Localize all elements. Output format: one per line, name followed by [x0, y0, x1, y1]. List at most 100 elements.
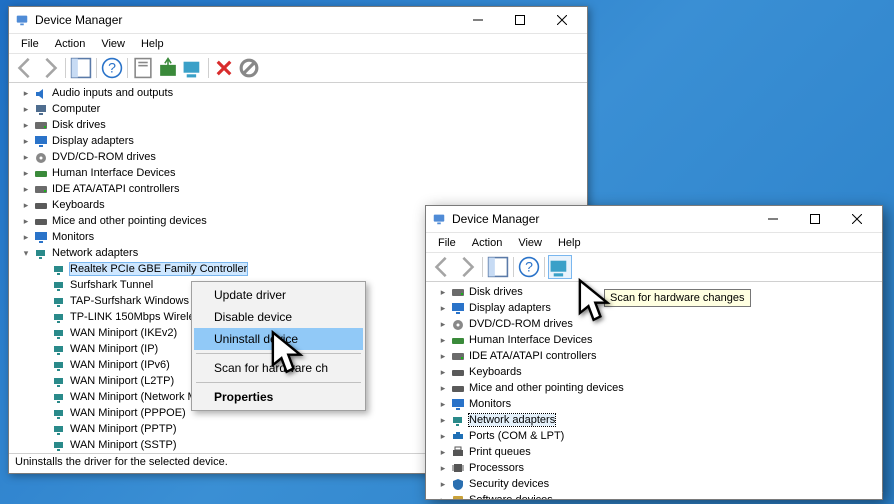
- minimize-button[interactable]: [752, 208, 794, 230]
- chevron-right-icon[interactable]: ▸: [19, 88, 33, 99]
- chevron-right-icon[interactable]: ▸: [19, 104, 33, 115]
- tree-item[interactable]: ▸Display adapters: [11, 133, 587, 149]
- scan-hardware-button[interactable]: [548, 255, 572, 279]
- tree-item[interactable]: ▸Human Interface Devices: [428, 332, 882, 348]
- nav-forward-button[interactable]: [38, 56, 62, 80]
- close-button[interactable]: [836, 208, 878, 230]
- tree-item-label: IDE ATA/ATAPI controllers: [469, 350, 597, 362]
- tree-item[interactable]: ▸Computer: [11, 101, 587, 117]
- chevron-right-icon[interactable]: ▸: [436, 303, 450, 314]
- app-icon: [15, 13, 29, 27]
- chevron-right-icon[interactable]: ▸: [19, 152, 33, 163]
- tree-item[interactable]: ▸ Keyboards: [428, 364, 882, 380]
- window-title: Device Manager: [452, 212, 752, 226]
- tree-item-label: Monitors: [52, 231, 94, 243]
- chevron-right-icon[interactable]: ▸: [436, 447, 450, 458]
- uninstall-button[interactable]: [212, 56, 236, 80]
- chevron-right-icon[interactable]: ▸: [19, 232, 33, 243]
- tree-item-label: WAN Miniport (IKEv2): [70, 327, 177, 339]
- chevron-right-icon[interactable]: ▸: [19, 168, 33, 179]
- tree-item[interactable]: ▸DVD/CD-ROM drives: [428, 316, 882, 332]
- chevron-right-icon[interactable]: ▸: [19, 200, 33, 211]
- chevron-right-icon[interactable]: ▸: [436, 335, 450, 346]
- net-icon: [51, 278, 67, 292]
- show-hide-tree-button[interactable]: [486, 255, 510, 279]
- menu-view[interactable]: View: [510, 235, 550, 251]
- close-button[interactable]: [541, 9, 583, 31]
- context-menu-item[interactable]: Scan for hardware ch: [194, 357, 363, 379]
- menu-view[interactable]: View: [93, 36, 133, 52]
- maximize-button[interactable]: [499, 9, 541, 31]
- toolbar: ?: [9, 53, 587, 83]
- chevron-right-icon[interactable]: ▸: [436, 383, 450, 394]
- tree-item[interactable]: ▸DVD/CD-ROM drives: [11, 149, 587, 165]
- chevron-right-icon[interactable]: ▸: [436, 287, 450, 298]
- chevron-right-icon[interactable]: ▸: [436, 495, 450, 500]
- drive-icon: [33, 182, 49, 196]
- chevron-right-icon[interactable]: ▸: [19, 184, 33, 195]
- minimize-button[interactable]: [457, 9, 499, 31]
- chevron-right-icon[interactable]: ▸: [436, 319, 450, 330]
- properties-button[interactable]: [131, 56, 155, 80]
- drive-icon: [33, 118, 49, 132]
- nav-forward-button[interactable]: [455, 255, 479, 279]
- nav-back-button[interactable]: [430, 255, 454, 279]
- kb-icon: [450, 381, 466, 395]
- tree-item[interactable]: ▸Human Interface Devices: [11, 165, 587, 181]
- net-icon: [51, 294, 67, 308]
- tree-item[interactable]: ▸Audio inputs and outputs: [11, 85, 587, 101]
- help-button[interactable]: ?: [517, 255, 541, 279]
- menu-action[interactable]: Action: [464, 235, 511, 251]
- context-menu-item[interactable]: Uninstall device: [194, 328, 363, 350]
- net-icon: [51, 390, 67, 404]
- tree-item[interactable]: ▸Disk drives: [11, 117, 587, 133]
- tree-item-label: Security devices: [469, 478, 549, 490]
- tree-item-label: Keyboards: [469, 366, 522, 378]
- chevron-right-icon[interactable]: ▸: [436, 367, 450, 378]
- tree-item[interactable]: ▸ IDE ATA/ATAPI controllers: [428, 348, 882, 364]
- chevron-right-icon[interactable]: ▸: [19, 136, 33, 147]
- chevron-right-icon[interactable]: ▸: [436, 463, 450, 474]
- tree-item[interactable]: ▸Monitors: [428, 396, 882, 412]
- tree-item-label: TP-LINK 150Mbps Wireles: [70, 311, 200, 323]
- tree-item-label: WAN Miniport (PPTP): [70, 423, 177, 435]
- context-menu-item[interactable]: Disable device: [194, 306, 363, 328]
- sec-icon: [450, 477, 466, 491]
- tree-item[interactable]: ▸Print queues: [428, 444, 882, 460]
- tree-item[interactable]: ▸Mice and other pointing devices: [428, 380, 882, 396]
- maximize-button[interactable]: [794, 208, 836, 230]
- chevron-right-icon[interactable]: ▸: [436, 431, 450, 442]
- chevron-right-icon[interactable]: ▸: [436, 479, 450, 490]
- snd-icon: [33, 86, 49, 100]
- chevron-right-icon[interactable]: ▸: [436, 415, 450, 426]
- toolbar-separator: [208, 58, 209, 78]
- chevron-right-icon[interactable]: ▸: [436, 351, 450, 362]
- device-tree[interactable]: ▸Disk drives▸Display adapters▸DVD/CD-ROM…: [426, 282, 882, 499]
- chevron-down-icon[interactable]: ▾: [19, 248, 33, 259]
- scan-hardware-button[interactable]: [181, 56, 205, 80]
- update-driver-button[interactable]: [156, 56, 180, 80]
- context-menu-item[interactable]: Properties: [194, 386, 363, 408]
- titlebar[interactable]: Device Manager: [426, 206, 882, 232]
- menu-file[interactable]: File: [13, 36, 47, 52]
- titlebar[interactable]: Device Manager: [9, 7, 587, 33]
- disable-button[interactable]: [237, 56, 261, 80]
- tree-item[interactable]: ▸IDE ATA/ATAPI controllers: [11, 181, 587, 197]
- context-menu-item[interactable]: Update driver: [194, 284, 363, 306]
- nav-back-button[interactable]: [13, 56, 37, 80]
- chevron-right-icon[interactable]: ▸: [436, 399, 450, 410]
- chevron-right-icon[interactable]: ▸: [19, 120, 33, 131]
- menu-action[interactable]: Action: [47, 36, 94, 52]
- menu-help[interactable]: Help: [133, 36, 172, 52]
- menubar: File Action View Help: [9, 33, 587, 53]
- tree-item[interactable]: ▸ Ports (COM & LPT): [428, 428, 882, 444]
- help-button[interactable]: ?: [100, 56, 124, 80]
- tree-item[interactable]: ▸Network adapters: [428, 412, 882, 428]
- chevron-right-icon[interactable]: ▸: [19, 216, 33, 227]
- menu-file[interactable]: File: [430, 235, 464, 251]
- net-icon: [51, 310, 67, 324]
- show-hide-tree-button[interactable]: [69, 56, 93, 80]
- context-menu[interactable]: Update driverDisable deviceUninstall dev…: [191, 281, 366, 411]
- tree-item-label: Ports (COM & LPT): [469, 430, 564, 442]
- menu-help[interactable]: Help: [550, 235, 589, 251]
